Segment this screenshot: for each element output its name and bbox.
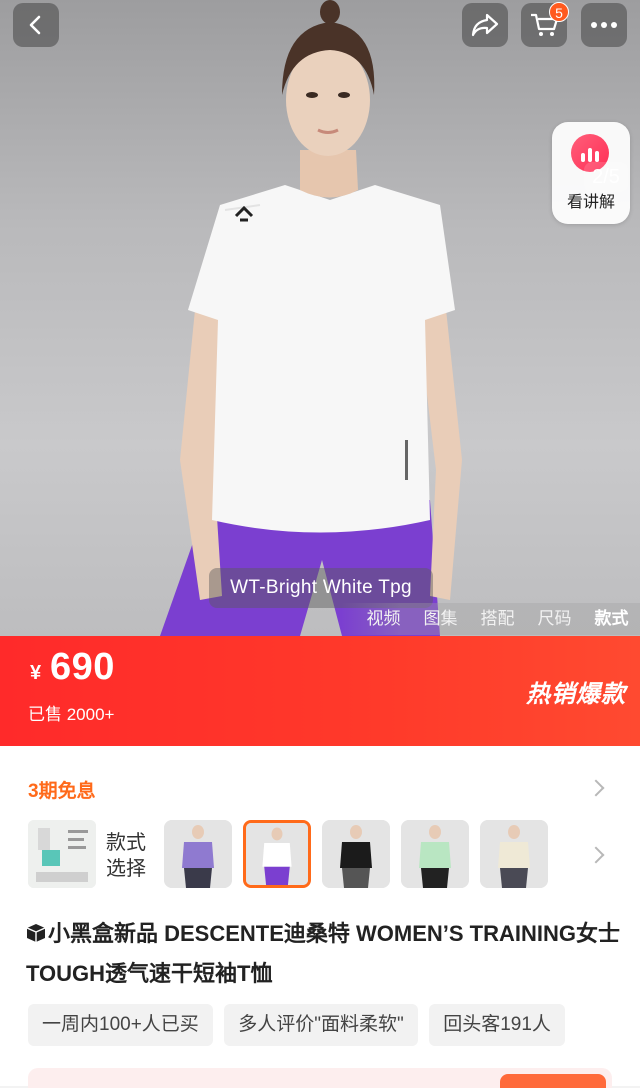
share-icon (471, 13, 499, 37)
social-proof-tags: 一周内100+人已买 多人评价"面料柔软" 回头客191人 (28, 1004, 572, 1046)
product-details-card: 3期免息 款式选择 小黑盒新品 DESCENTE迪桑特 WOMEN’S TRAI… (0, 746, 640, 1088)
tab-outfit[interactable]: 搭配 (469, 603, 526, 635)
media-tabs: 视频 图集 搭配 尺码 款式 (341, 603, 640, 635)
tab-video[interactable]: 视频 (355, 603, 412, 635)
variant-image (480, 820, 548, 888)
box-icon (26, 924, 46, 942)
variant-image (246, 823, 308, 885)
share-button[interactable] (462, 3, 508, 47)
price-currency: ¥ (30, 662, 42, 684)
size-chart-thumbnail[interactable] (28, 820, 96, 888)
variant-image (401, 820, 469, 888)
variant-thumbnail-purple[interactable] (164, 820, 232, 888)
product-image-gallery[interactable]: 5 看讲解 2/5 WT-Bright White Tpg 视频 图集 搭配 尺… (0, 0, 640, 636)
product-title: 小黑盒新品 DESCENTE迪桑特 WOMEN’S TRAINING女士 TOU… (26, 914, 626, 994)
tab-style[interactable]: 款式 (583, 603, 640, 635)
tag-reviews[interactable]: 多人评价"面料柔软" (224, 1004, 418, 1046)
variant-thumbnail-black[interactable] (322, 820, 390, 888)
sold-count: 已售 2000+ (28, 705, 115, 724)
hot-sale-tag: 热销爆款 (526, 681, 626, 708)
cart-count-badge: 5 (549, 2, 569, 22)
variant-thumbnail-white[interactable] (243, 820, 311, 888)
price-banner: ¥ 690 已售 2000+ 热销爆款 (0, 636, 640, 746)
image-page-indicator: 2/5 (584, 162, 628, 192)
more-button[interactable] (581, 3, 627, 47)
tag-repeat-customers[interactable]: 回头客191人 (429, 1004, 565, 1046)
tag-weekly-buyers[interactable]: 一周内100+人已买 (28, 1004, 213, 1046)
back-button[interactable] (13, 3, 59, 47)
product-photo (160, 0, 462, 636)
tab-size[interactable]: 尺码 (526, 603, 583, 635)
price-value: 690 (50, 646, 115, 688)
variant-image (322, 820, 390, 888)
chevron-right-icon[interactable] (587, 846, 605, 864)
cart-button[interactable]: 5 (521, 2, 569, 47)
variant-thumbnail-cream[interactable] (480, 820, 548, 888)
back-arrow-icon (29, 15, 41, 35)
style-select-label[interactable]: 款式选择 (106, 830, 156, 882)
variant-thumbnail-mint[interactable] (401, 820, 469, 888)
variant-caption: WT-Bright White Tpg (209, 568, 433, 608)
product-title-text: 小黑盒新品 DESCENTE迪桑特 WOMEN’S TRAINING女士 TOU… (26, 921, 621, 986)
size-chart-image (28, 820, 96, 888)
tab-gallery[interactable]: 图集 (412, 603, 469, 635)
more-icon (591, 22, 617, 28)
variant-image (164, 820, 232, 888)
chevron-right-icon[interactable] (587, 779, 605, 797)
installment-label[interactable]: 3期免息 (28, 776, 96, 803)
